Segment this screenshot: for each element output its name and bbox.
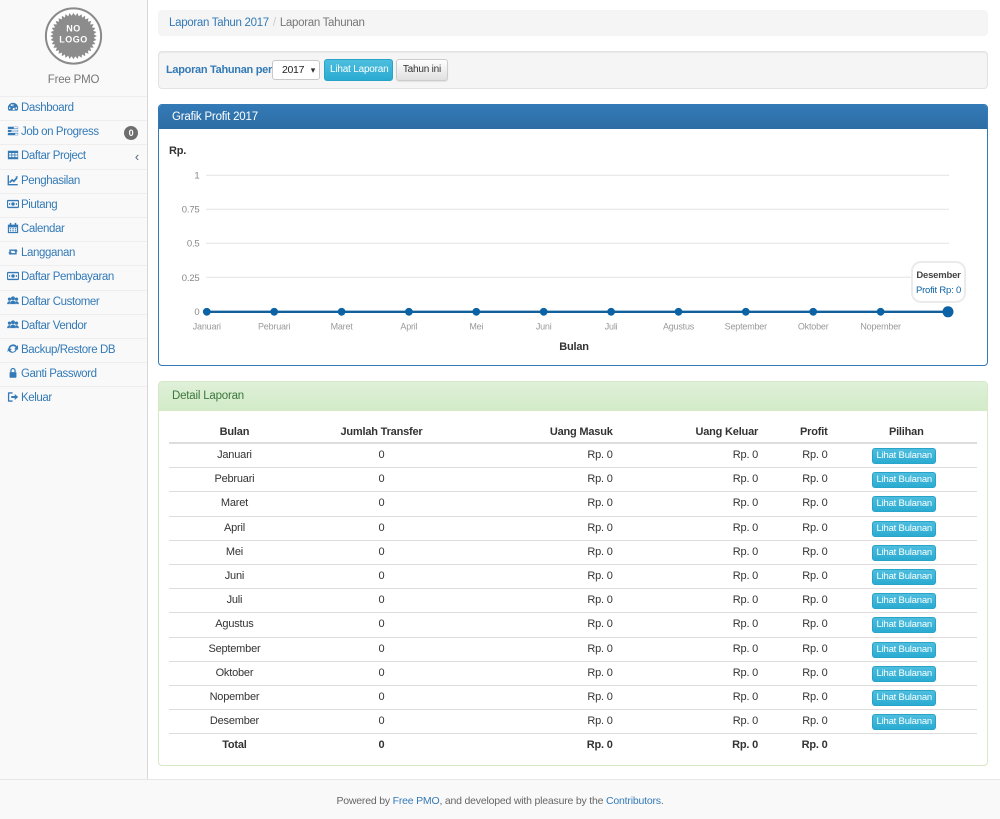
svg-text:Bulan: Bulan [559, 341, 589, 353]
svg-text:Juli: Juli [605, 322, 618, 332]
svg-text:Agustus: Agustus [663, 322, 695, 332]
svg-text:Januari: Januari [193, 322, 221, 332]
svg-text:September: September [725, 322, 767, 332]
svg-text:0.75: 0.75 [182, 205, 200, 216]
svg-text:Rp.: Rp. [169, 145, 186, 157]
svg-text:0.5: 0.5 [187, 239, 200, 250]
svg-text:1: 1 [194, 171, 199, 182]
svg-text:LOGO: LOGO [59, 35, 88, 45]
svg-text:NO: NO [66, 24, 81, 34]
svg-text:Juni: Juni [536, 322, 552, 332]
svg-text:Mei: Mei [469, 322, 483, 332]
svg-text:Pebruari: Pebruari [258, 322, 291, 332]
svg-text:0.25: 0.25 [182, 273, 200, 284]
svg-text:Oktober: Oktober [798, 322, 829, 332]
svg-text:Nopember: Nopember [860, 322, 901, 332]
svg-text:April: April [400, 322, 417, 332]
svg-text:Maret: Maret [331, 322, 354, 332]
svg-text:0: 0 [194, 307, 199, 318]
